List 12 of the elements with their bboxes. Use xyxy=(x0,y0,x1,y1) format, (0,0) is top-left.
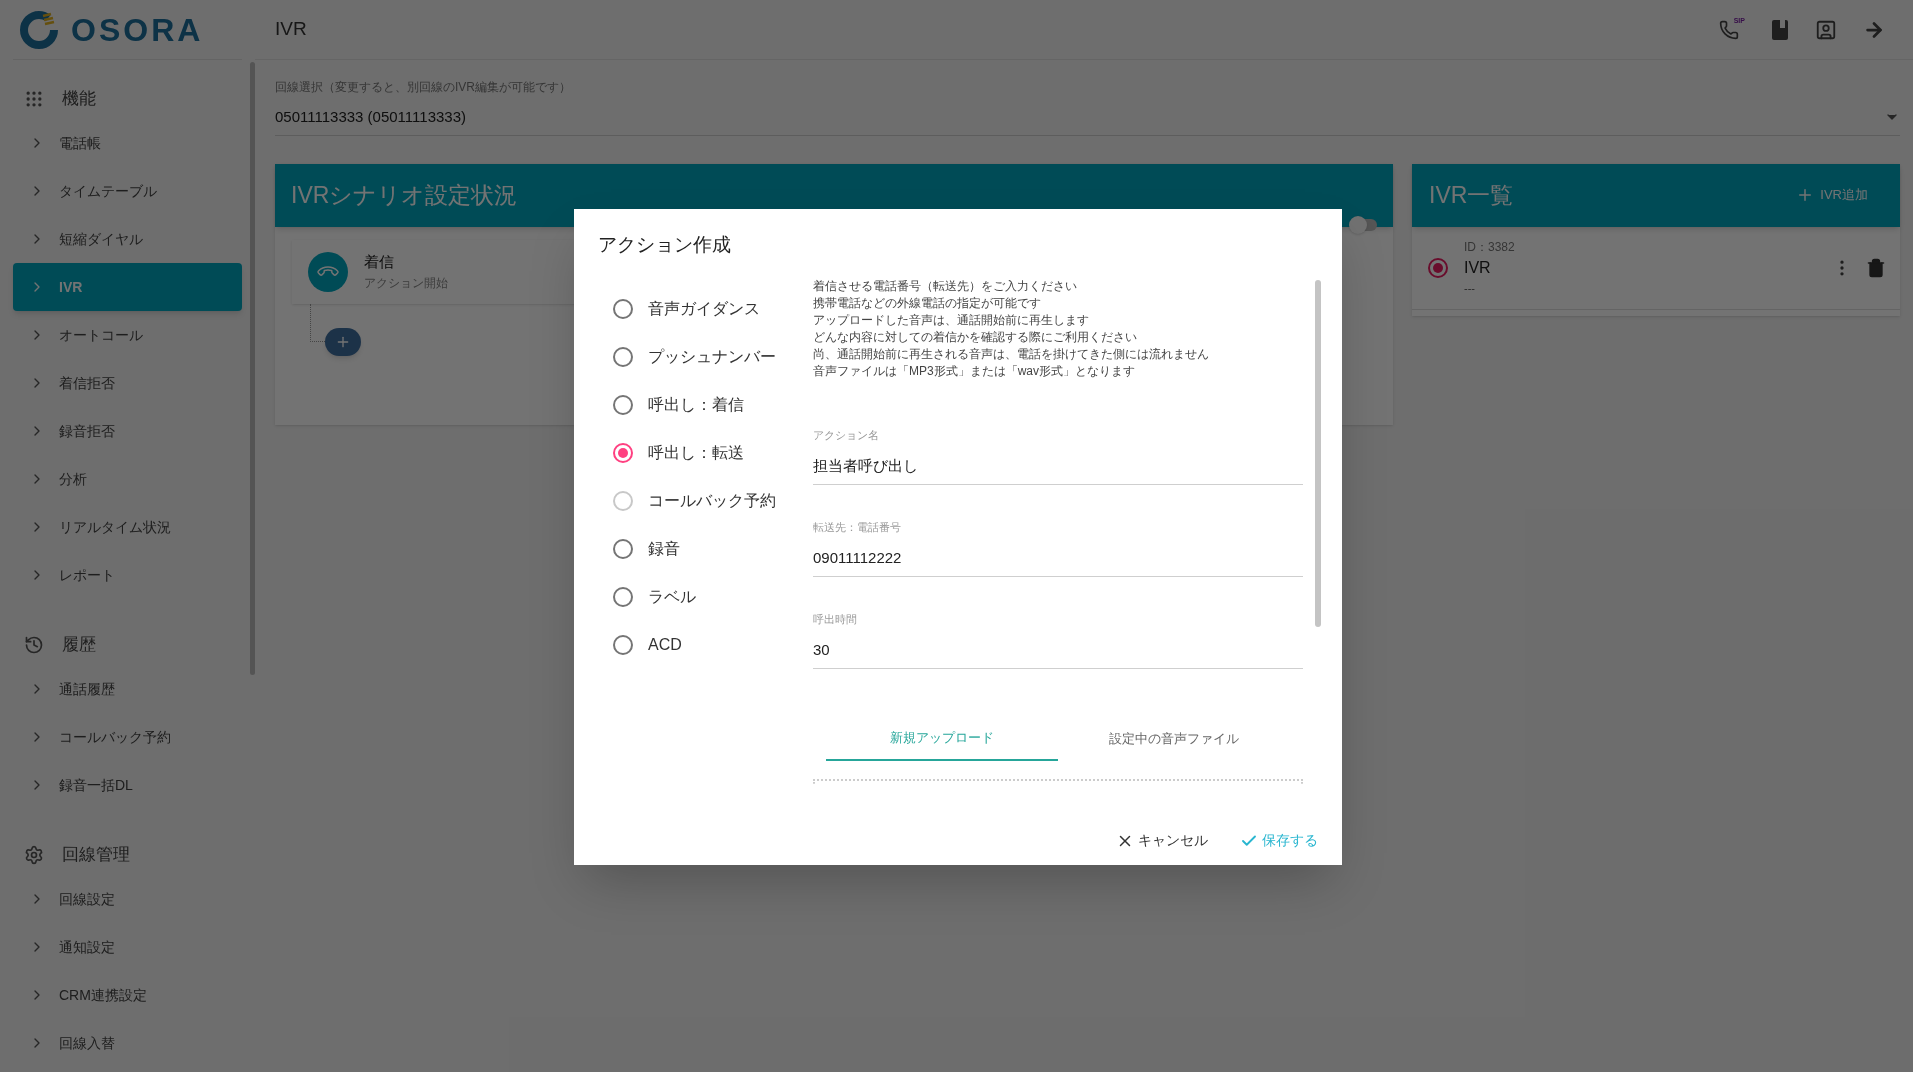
logo-text: OSORA xyxy=(71,10,204,50)
section-title: 機能 xyxy=(62,87,96,110)
page-title: IVR xyxy=(275,17,307,42)
ivr-id: ID：3382 xyxy=(1464,239,1516,257)
description-text: 着信させる電話番号（転送先）をご入力ください 携帯電話などの外線電話の指定が可能です アップロードした音声は、通話開始前に再生します どんな内容に対しての着信かを確認する際にご利用ください 尚、通話開始前に再生される音声は、電話を掛けてきた側には流れません 音声ファイルは「MP3形式」または「wav形式」となります xyxy=(813,277,1210,380)
panel-header: IVR一覧 IVR追加 xyxy=(1412,163,1900,227)
section-title: 履歴 xyxy=(62,633,96,656)
dialog-title: アクション作成 xyxy=(598,233,732,257)
ivr-name: IVR xyxy=(1464,258,1492,279)
ivr-description: --- xyxy=(1464,281,1476,297)
node-title: 着信 xyxy=(364,252,395,273)
section-title: 回線管理 xyxy=(62,843,130,866)
